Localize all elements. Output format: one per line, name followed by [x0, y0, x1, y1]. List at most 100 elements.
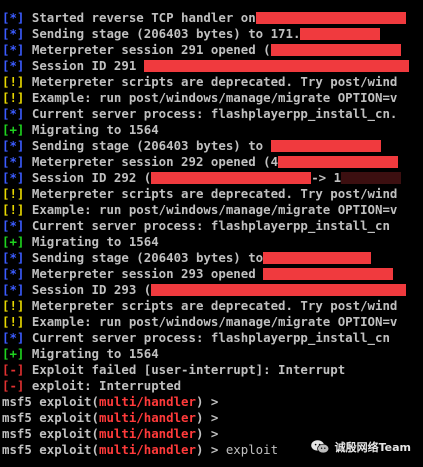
info-tag: [*] — [2, 154, 25, 169]
info-tag: [*] — [2, 266, 25, 281]
log-line: [!] Example: run post/windows/manage/mig… — [2, 202, 423, 218]
log-text: Example: run post/windows/manage/migrate… — [31, 314, 398, 329]
module-name: multi/handler — [98, 410, 196, 425]
log-line: [*] Current server process: flashplayerp… — [2, 218, 423, 234]
prompt-suffix: ) > — [195, 410, 219, 425]
prompt-line: msf5 exploit(multi/handler) > — [2, 394, 423, 410]
redaction-bar — [151, 172, 312, 184]
log-line: [!] Meterpreter scripts are deprecated. … — [2, 186, 423, 202]
info-tag: [*] — [2, 282, 25, 297]
info-tag: [*] — [2, 138, 25, 153]
log-line: [*] Current server process: flashplayerp… — [2, 330, 423, 346]
success-tag: [+] — [2, 122, 25, 137]
log-text: Sending stage (206403 bytes) to — [31, 250, 264, 265]
log-line: [*] Meterpreter session 293 opened — [2, 266, 423, 282]
redaction-bar — [255, 12, 406, 24]
log-text: Meterpreter scripts are deprecated. Try … — [31, 186, 398, 201]
log-line: [!] Example: run post/windows/manage/mig… — [2, 314, 423, 330]
log-text: exploit: Interrupted — [31, 378, 182, 393]
prompt-prefix: msf5 exploit( — [2, 426, 99, 441]
log-text: Session ID 293 ( — [31, 282, 152, 297]
log-text: Sending stage (206403 bytes) to 171. — [31, 26, 301, 41]
log-text: Migrating to 1564 — [31, 346, 159, 361]
prompt-prefix: msf5 exploit( — [2, 410, 99, 425]
log-text: Example: run post/windows/manage/migrate… — [31, 202, 398, 217]
log-line: [*] Meterpreter session 291 opened ( — [2, 42, 423, 58]
log-text: Migrating to 1564 — [31, 234, 159, 249]
log-text: Current server process: flashplayerpp_in… — [31, 218, 390, 233]
warning-tag: [!] — [2, 298, 25, 313]
log-line: [*] Session ID 292 ( -> 1 — [2, 170, 423, 186]
redaction-bar — [143, 60, 409, 72]
redaction-bar — [341, 172, 402, 184]
log-text: Meterpreter scripts are deprecated. Try … — [31, 298, 398, 313]
warning-tag: [!] — [2, 186, 25, 201]
log-line: [+] Migrating to 1564 — [2, 234, 423, 250]
prompt-prefix: msf5 exploit( — [2, 394, 99, 409]
redaction-bar — [270, 140, 381, 152]
prompt-prefix: msf5 exploit( — [2, 442, 99, 457]
log-line: [*] Sending stage (206403 bytes) to — [2, 138, 423, 154]
log-text: Exploit failed [user-interrupt]: Interru… — [31, 362, 346, 377]
log-text: Sending stage (206403 bytes) to — [31, 138, 271, 153]
log-line: [*] Meterpreter session 292 opened (4 — [2, 154, 423, 170]
info-tag: [*] — [2, 218, 25, 233]
log-line: [*] Sending stage (206403 bytes) to 171. — [2, 26, 423, 42]
success-tag: [+] — [2, 234, 25, 249]
log-line: [+] Migrating to 1564 — [2, 346, 423, 362]
log-text: Migrating to 1564 — [31, 122, 159, 137]
log-line: [-] exploit: Interrupted — [2, 378, 423, 394]
log-text: Meterpreter session 292 opened (4 — [31, 154, 279, 169]
log-line: [*] Session ID 291 — [2, 58, 423, 74]
redaction-bar — [151, 284, 407, 296]
log-text: Started reverse TCP handler on — [31, 10, 256, 25]
error-tag: [-] — [2, 378, 25, 393]
info-tag: [*] — [2, 58, 25, 73]
module-name: multi/handler — [98, 426, 196, 441]
prompt-suffix: ) > — [195, 442, 219, 457]
log-line: [!] Meterpreter scripts are deprecated. … — [2, 298, 423, 314]
info-tag: [*] — [2, 42, 25, 57]
log-line: [*] Started reverse TCP handler on — [2, 10, 423, 26]
success-tag: [+] — [2, 346, 25, 361]
log-text: -> 1 — [311, 170, 342, 185]
log-text: Current server process: flashplayerpp_in… — [31, 106, 398, 121]
log-text: Current server process: flashplayerpp_in… — [31, 330, 390, 345]
prompt-suffix: ) > — [195, 394, 219, 409]
log-text: Session ID 292 ( — [31, 170, 152, 185]
log-text: Meterpreter session 291 opened ( — [31, 42, 271, 57]
info-tag: [*] — [2, 250, 25, 265]
redaction-bar — [300, 28, 381, 40]
info-tag: [*] — [2, 106, 25, 121]
error-tag: [-] — [2, 362, 25, 377]
info-tag: [*] — [2, 26, 25, 41]
prompt-suffix: ) > — [195, 426, 219, 441]
log-line: [!] Meterpreter scripts are deprecated. … — [2, 74, 423, 90]
info-tag: [*] — [2, 330, 25, 345]
log-line: [*] Current server process: flashplayerp… — [2, 106, 423, 122]
watermark-text: 诚殷网络Team — [334, 441, 411, 454]
prompt-line: msf5 exploit(multi/handler) > — [2, 410, 423, 426]
log-line: [-] Exploit failed [user-interrupt]: Int… — [2, 362, 423, 378]
info-tag: [*] — [2, 170, 25, 185]
redaction-bar — [270, 44, 401, 56]
warning-tag: [!] — [2, 202, 25, 217]
info-tag: [*] — [2, 10, 25, 25]
terminal-output: [*] Started reverse TCP handler on [*] S… — [2, 10, 423, 458]
watermark: 诚殷网络Team — [305, 437, 415, 457]
log-text: Session ID 291 — [31, 58, 144, 73]
warning-tag: [!] — [2, 314, 25, 329]
log-text: Example: run post/windows/manage/migrate… — [31, 90, 398, 105]
module-name: multi/handler — [98, 442, 196, 457]
warning-tag: [!] — [2, 74, 25, 89]
wechat-icon — [310, 440, 329, 454]
redaction-bar — [263, 252, 372, 264]
log-line: [!] Example: run post/windows/manage/mig… — [2, 90, 423, 106]
log-text: Meterpreter session 293 opened — [31, 266, 264, 281]
log-line: [+] Migrating to 1564 — [2, 122, 423, 138]
log-line: [*] Session ID 293 ( — [2, 282, 423, 298]
command-input[interactable]: exploit — [218, 442, 278, 457]
warning-tag: [!] — [2, 90, 25, 105]
redaction-bar — [263, 268, 394, 280]
terminal-window[interactable]: [*] Started reverse TCP handler on [*] S… — [0, 0, 423, 467]
